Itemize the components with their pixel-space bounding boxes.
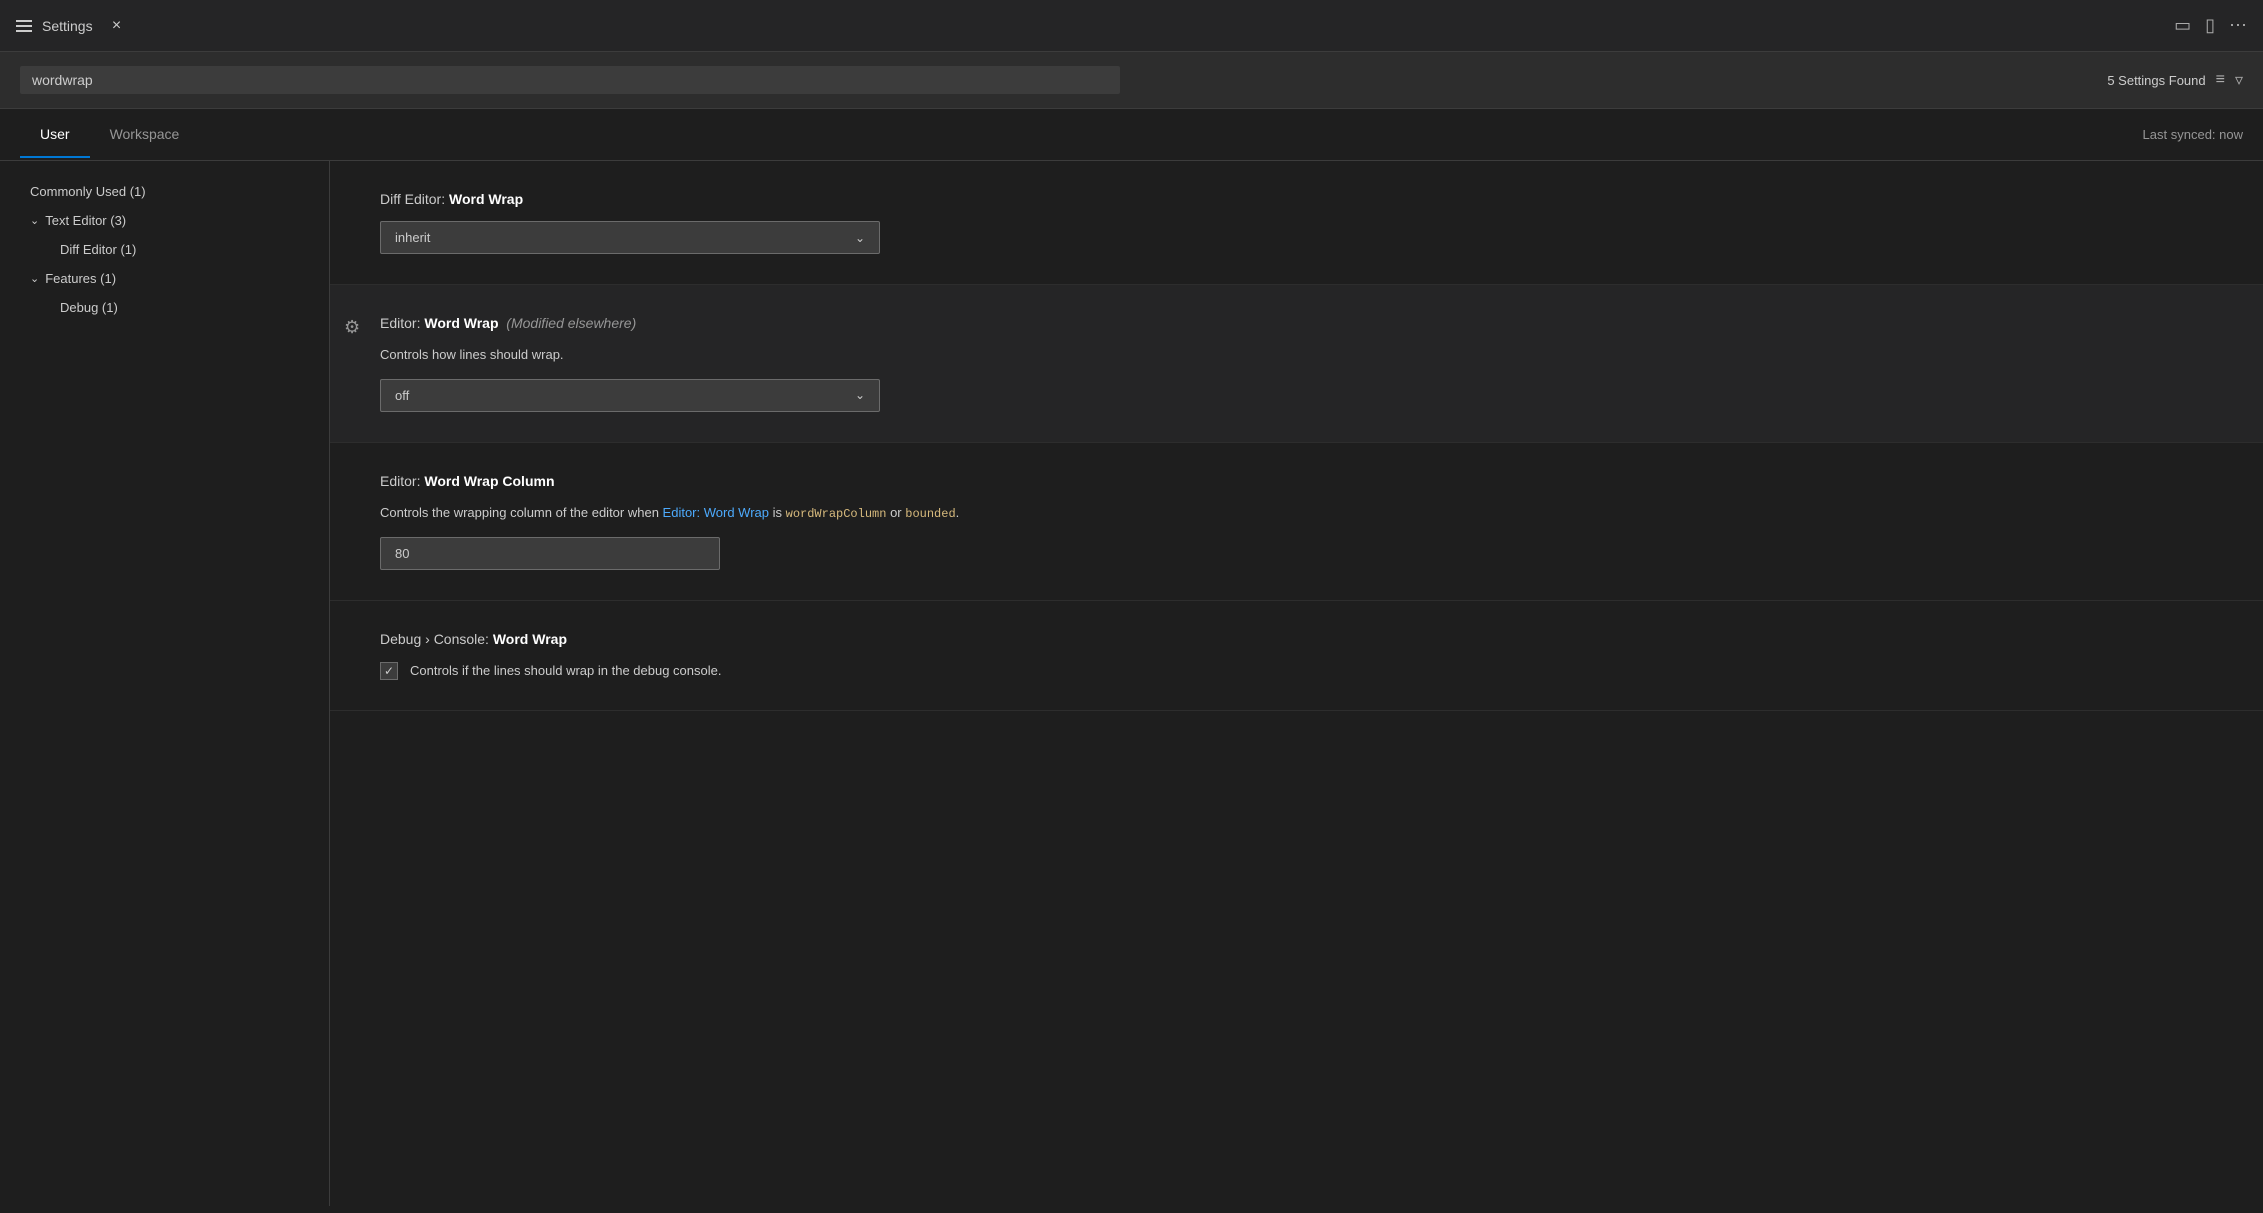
editor-word-wrap-dropdown[interactable]: off ⌄ [380, 379, 880, 412]
dropdown-chevron-icon-2: ⌄ [855, 388, 865, 402]
settings-content: Diff Editor: Word Wrap inherit ⌄ ⚙ Edito… [330, 161, 2263, 1206]
checkmark-icon: ✓ [384, 664, 394, 678]
search-results-area: 5 Settings Found ≡ ▿ [2107, 70, 2243, 90]
gear-icon[interactable]: ⚙ [344, 317, 360, 338]
copy-to-json-icon[interactable]: ▭ [2174, 15, 2191, 36]
setting-diff-title: Diff Editor: Word Wrap [380, 191, 2213, 207]
debug-word-wrap-checkbox[interactable]: ✓ [380, 662, 398, 680]
sidebar-item-diff-editor[interactable]: Diff Editor (1) [0, 235, 329, 264]
setting-debug-title: Debug › Console: Word Wrap [380, 631, 2213, 647]
clear-search-icon[interactable]: ≡ [2216, 71, 2225, 89]
tabs-bar: User Workspace Last synced: now [0, 109, 2263, 161]
title-bar: Settings × ▭ ▯ ⋯ [0, 0, 2263, 52]
search-input[interactable] [20, 66, 1120, 94]
title-bar-left: Settings × [16, 12, 131, 40]
tabs: User Workspace [20, 112, 199, 157]
search-bar: 5 Settings Found ≡ ▿ [0, 52, 2263, 109]
setting-editor-desc: Controls how lines should wrap. [380, 345, 2213, 365]
setting-column-desc: Controls the wrapping column of the edit… [380, 503, 2213, 523]
last-synced-label: Last synced: now [2143, 127, 2243, 142]
menu-icon[interactable] [16, 20, 32, 32]
search-results-count: 5 Settings Found [2107, 73, 2205, 88]
setting-editor-title: Editor: Word Wrap (Modified elsewhere) [380, 315, 2213, 331]
setting-diff-editor-word-wrap: Diff Editor: Word Wrap inherit ⌄ [330, 161, 2263, 285]
more-actions-icon[interactable]: ⋯ [2229, 15, 2247, 36]
sidebar-item-features[interactable]: ⌄ Features (1) [0, 264, 329, 293]
debug-word-wrap-label: Controls if the lines should wrap in the… [410, 661, 721, 681]
setting-editor-word-wrap: ⚙ Editor: Word Wrap (Modified elsewhere)… [330, 285, 2263, 443]
editor-word-wrap-link[interactable]: Editor: Word Wrap [663, 505, 769, 520]
close-button[interactable]: × [103, 12, 131, 40]
dropdown-chevron-icon: ⌄ [855, 231, 865, 245]
setting-editor-word-wrap-column: Editor: Word Wrap Column Controls the wr… [330, 443, 2263, 601]
sidebar-item-text-editor[interactable]: ⌄ Text Editor (3) [0, 206, 329, 235]
debug-word-wrap-checkbox-row: ✓ Controls if the lines should wrap in t… [380, 661, 2213, 681]
sidebar: Commonly Used (1) ⌄ Text Editor (3) Diff… [0, 161, 330, 1206]
sidebar-item-debug[interactable]: Debug (1) [0, 293, 329, 322]
code-bounded: bounded [905, 507, 955, 521]
settings-title: Settings [42, 18, 93, 34]
sidebar-item-commonly-used[interactable]: Commonly Used (1) [0, 177, 329, 206]
tab-user[interactable]: User [20, 112, 90, 158]
chevron-down-icon: ⌄ [30, 214, 39, 227]
code-word-wrap-column: wordWrapColumn [786, 507, 887, 521]
chevron-down-icon-features: ⌄ [30, 272, 39, 285]
tab-workspace[interactable]: Workspace [90, 112, 200, 158]
setting-debug-word-wrap: Debug › Console: Word Wrap ✓ Controls if… [330, 601, 2263, 712]
split-editor-icon[interactable]: ▯ [2205, 15, 2215, 36]
title-bar-actions: ▭ ▯ ⋯ [2174, 15, 2247, 36]
word-wrap-column-input[interactable] [380, 537, 720, 570]
setting-column-title: Editor: Word Wrap Column [380, 473, 2213, 489]
main-area: Commonly Used (1) ⌄ Text Editor (3) Diff… [0, 161, 2263, 1206]
filter-icon[interactable]: ▿ [2235, 70, 2243, 90]
diff-editor-word-wrap-dropdown[interactable]: inherit ⌄ [380, 221, 880, 254]
